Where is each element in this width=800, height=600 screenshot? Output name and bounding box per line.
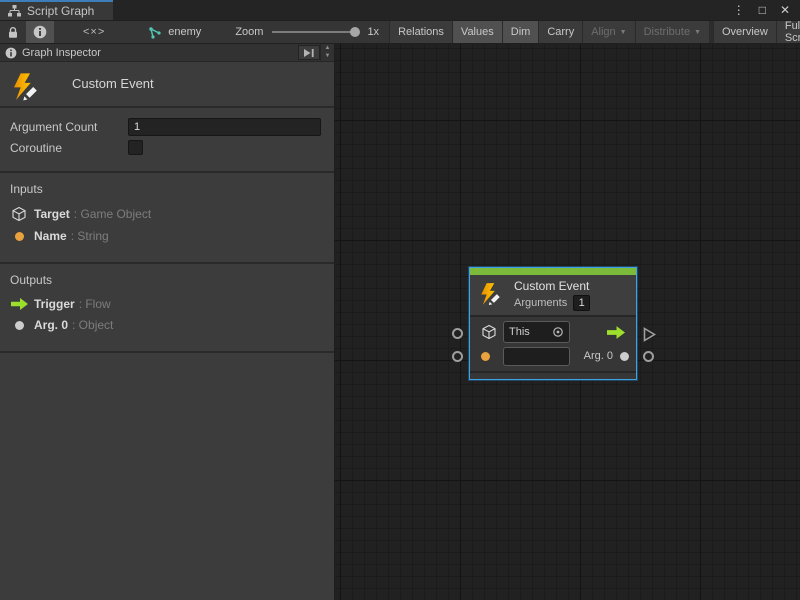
zoom-slider-handle[interactable] — [350, 27, 360, 37]
graph-toolbar: <×> enemy Zoom 1x Relations Values Dim C… — [0, 20, 800, 44]
inspector-empty-area — [0, 353, 334, 600]
script-graph-icon — [8, 5, 21, 17]
window-close-icon[interactable]: ✕ — [780, 4, 790, 16]
node-body: This Arg. 0 — [470, 317, 636, 371]
custom-event-icon — [478, 281, 504, 309]
object-picker-icon[interactable] — [552, 326, 564, 338]
panel-scrollbar[interactable]: ▲ ▼ — [320, 44, 334, 61]
input-row-target: Target : Game Object — [10, 206, 324, 222]
input-port-name[interactable] — [452, 351, 463, 362]
align-dropdown[interactable]: Align ▼ — [582, 21, 634, 43]
graph-inspector-header: Graph Inspector ▲ ▼ — [0, 44, 334, 62]
chevron-down-icon: ▼ — [620, 29, 627, 36]
zoom-control: Zoom 1x — [225, 21, 389, 43]
node-color-bar — [470, 268, 636, 275]
info-icon — [5, 47, 17, 59]
graph-canvas[interactable]: Custom Event Arguments 1 — [335, 44, 800, 600]
zoom-slider[interactable] — [272, 31, 358, 33]
outputs-section: Outputs Trigger : Flow Arg. 0 : Object — [0, 264, 334, 353]
arg0-dot-icon — [620, 352, 629, 361]
info-icon — [33, 25, 47, 39]
dock-icon — [303, 48, 315, 58]
zoom-value: 1x — [367, 26, 379, 38]
node-header[interactable]: Custom Event Arguments 1 — [470, 275, 636, 317]
coroutine-label: Coroutine — [10, 141, 128, 155]
full-screen-button[interactable]: Full Screen — [776, 21, 800, 43]
input-row-name: Name : String — [10, 229, 324, 243]
scroll-down-icon[interactable]: ▼ — [325, 53, 331, 60]
code-icon: <×> — [83, 26, 105, 38]
tab-title: Script Graph — [27, 4, 94, 18]
inspector-toggle-button[interactable] — [26, 21, 54, 43]
unit-title: Custom Event — [72, 76, 154, 91]
name-string-field[interactable] — [503, 347, 570, 366]
output-row-trigger: Trigger : Flow — [10, 297, 324, 311]
dim-button[interactable]: Dim — [502, 21, 539, 43]
arg0-label: Arg. 0 — [584, 350, 613, 362]
title-bar: Script Graph ⋮ □ ✕ — [0, 0, 800, 20]
outputs-header: Outputs — [10, 273, 324, 287]
scroll-up-icon[interactable]: ▲ — [325, 45, 331, 52]
output-port-trigger[interactable] — [643, 327, 656, 342]
unit-title-section: Custom Event — [0, 62, 334, 108]
output-port-arg0[interactable] — [643, 351, 654, 362]
carry-button[interactable]: Carry — [538, 21, 582, 43]
argument-count-input[interactable] — [128, 118, 321, 136]
inputs-section: Inputs Target : Game Object Name : Strin… — [0, 173, 334, 264]
overview-button[interactable]: Overview — [713, 21, 776, 43]
panel-title: Graph Inspector — [22, 47, 101, 59]
game-object-cube-icon — [481, 324, 503, 340]
distribute-dropdown[interactable]: Distribute ▼ — [635, 21, 709, 43]
target-object-field[interactable]: This — [503, 321, 570, 343]
input-port-target[interactable] — [452, 328, 463, 339]
chevron-down-icon: ▼ — [694, 29, 701, 36]
argument-count-label: Argument Count — [10, 120, 128, 134]
unit-properties-section: Argument Count Coroutine — [0, 108, 334, 173]
graph-name: enemy — [168, 26, 201, 38]
lock-button[interactable] — [0, 21, 26, 43]
dock-panel-button[interactable] — [298, 45, 320, 60]
output-row-arg0: Arg. 0 : Object — [10, 318, 324, 332]
zoom-label: Zoom — [235, 26, 263, 38]
custom-event-node[interactable]: Custom Event Arguments 1 — [469, 267, 637, 380]
trigger-flow-arrow-icon — [607, 326, 625, 339]
node-footer — [470, 371, 636, 379]
object-dot-icon — [10, 321, 28, 330]
graph-breadcrumb[interactable]: enemy — [134, 21, 211, 43]
string-dot-icon — [481, 352, 503, 361]
graph-asset-icon — [148, 26, 162, 39]
tab-script-graph[interactable]: Script Graph — [0, 0, 113, 20]
node-arguments-label: Arguments — [514, 297, 567, 309]
code-preview-button[interactable]: <×> — [76, 21, 112, 43]
game-object-cube-icon — [10, 206, 28, 222]
custom-event-icon — [10, 71, 42, 105]
relations-button[interactable]: Relations — [389, 21, 452, 43]
graph-inspector-panel: Graph Inspector ▲ ▼ Cust — [0, 44, 335, 600]
coroutine-checkbox[interactable] — [128, 140, 143, 155]
string-dot-icon — [10, 232, 28, 241]
flow-arrow-icon — [10, 298, 28, 310]
node-arguments-value[interactable]: 1 — [573, 295, 590, 311]
lock-icon — [7, 26, 19, 39]
values-button[interactable]: Values — [452, 21, 502, 43]
inputs-header: Inputs — [10, 182, 324, 196]
window-maximize-icon[interactable]: □ — [759, 4, 766, 16]
node-title: Custom Event — [514, 279, 590, 293]
window-menu-icon[interactable]: ⋮ — [733, 4, 745, 16]
